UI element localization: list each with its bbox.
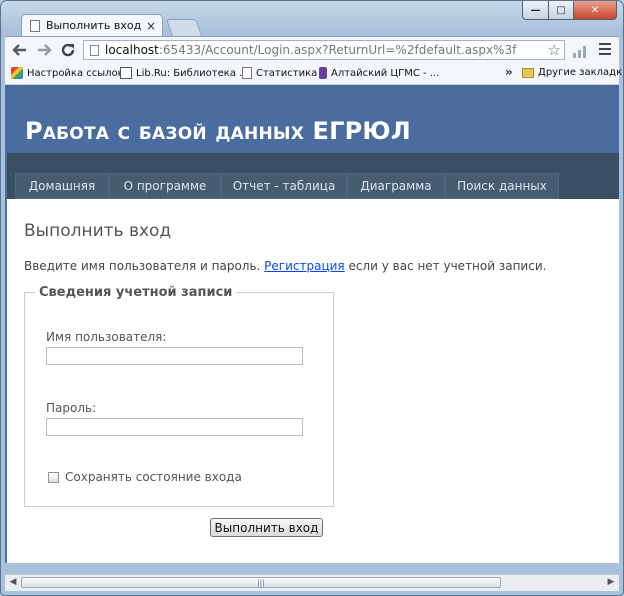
url-host: localhost (105, 43, 159, 57)
lib-icon (120, 67, 132, 79)
page-title: Выполнить вход (24, 221, 172, 241)
bookmark-label: Настройка ссылок (27, 67, 124, 79)
arrow-left-icon (12, 44, 26, 56)
address-bar[interactable]: localhost:65433/Account/Login.aspx?Retur… (83, 40, 565, 60)
url-path: :65433/Account/Login.aspx?ReturnUrl=%2fd… (158, 43, 517, 57)
close-window-button[interactable]: ✕ (574, 1, 617, 20)
page-icon (90, 44, 99, 56)
hamburger-menu-icon[interactable] (599, 43, 611, 58)
bookmark-label: Алтайский ЦГМС - ... (331, 67, 440, 79)
main-content: Выполнить вход Введите имя пользователя … (7, 199, 619, 563)
bookmark-item[interactable]: Статистика (242, 67, 317, 79)
menu-item-report-table[interactable]: Отчет - таблица (221, 173, 347, 199)
login-instructions: Введите имя пользователя и пароль. Регис… (24, 259, 547, 273)
main-menu: Домашняя О программе Отчет - таблица Диа… (15, 173, 559, 199)
other-bookmarks[interactable]: Другие закладки (522, 67, 624, 78)
bookmark-item[interactable]: Lib.Ru: Библиотека ... (120, 67, 249, 79)
bookmark-label: Другие закладки (538, 67, 624, 78)
bookmarks-bar: Настройка ссылок Lib.Ru: Библиотека ... … (5, 64, 623, 85)
window-controls: — □ ✕ (522, 1, 617, 20)
bookmark-item[interactable]: Настройка ссылок (11, 67, 124, 79)
new-tab-button[interactable] (165, 19, 203, 36)
scrollbar-thumb[interactable]: ||| (21, 577, 501, 588)
site-header: Работа с базой данных ЕГРЮЛ (7, 97, 619, 153)
fieldset-legend: Сведения учетной записи (39, 285, 233, 300)
bookmark-label: Статистика (256, 67, 318, 79)
reload-icon (61, 43, 75, 57)
menu-bar: Домашняя О программе Отчет - таблица Диа… (7, 153, 619, 199)
remember-checkbox[interactable] (48, 471, 59, 483)
maximize-button[interactable]: □ (549, 1, 574, 20)
menu-item-home[interactable]: Домашняя (15, 173, 109, 199)
browser-tab[interactable]: Выполнить вход × (21, 14, 163, 36)
page-icon (242, 67, 252, 79)
horizontal-scrollbar[interactable]: ◀ ||| ▶ (5, 574, 619, 591)
menu-item-chart[interactable]: Диаграмма (347, 173, 445, 199)
page-viewport: Работа с базой данных ЕГРЮЛ Домашняя О п… (5, 85, 619, 563)
tab-close-icon[interactable]: × (144, 19, 158, 33)
bookmark-item[interactable]: Алтайский ЦГМС - ... (319, 67, 439, 79)
star-icon[interactable]: ☆ (548, 41, 561, 59)
menu-item-search[interactable]: Поиск данных (445, 173, 559, 199)
password-label: Пароль: (46, 401, 97, 415)
site-title: Работа с базой данных ЕГРЮЛ (25, 117, 411, 145)
username-label: Имя пользователя: (46, 330, 167, 344)
page-icon (30, 19, 40, 32)
forward-button[interactable] (35, 41, 53, 59)
browser-toolbar: localhost:65433/Account/Login.aspx?Retur… (5, 36, 619, 65)
arrow-right-icon (38, 44, 52, 56)
browser-window: Выполнить вход × — □ ✕ localhost:65433/A… (0, 0, 624, 596)
bookmark-icon (319, 67, 327, 79)
minimize-button[interactable]: — (522, 1, 549, 20)
bookmarks-overflow-button[interactable]: » (505, 65, 513, 79)
bookmark-label: Lib.Ru: Библиотека ... (136, 67, 249, 79)
remember-me[interactable]: Сохранять состояние входа (48, 470, 242, 484)
tab-title: Выполнить вход (46, 19, 142, 32)
password-input[interactable] (46, 418, 303, 436)
username-input[interactable] (46, 347, 303, 365)
reload-button[interactable] (59, 41, 77, 59)
scroll-right-icon[interactable]: ▶ (605, 577, 617, 587)
scroll-left-icon[interactable]: ◀ (7, 577, 19, 587)
account-fieldset: Сведения учетной записи Имя пользователя… (24, 285, 334, 507)
folder-icon (522, 67, 534, 78)
signal-bars-icon[interactable] (573, 46, 587, 58)
back-button[interactable] (11, 41, 29, 59)
menu-item-about[interactable]: О программе (109, 173, 221, 199)
login-button[interactable]: Выполнить вход (210, 518, 323, 537)
remember-label: Сохранять состояние входа (65, 470, 242, 484)
google-icon (11, 67, 23, 79)
register-link[interactable]: Регистрация (264, 259, 344, 273)
